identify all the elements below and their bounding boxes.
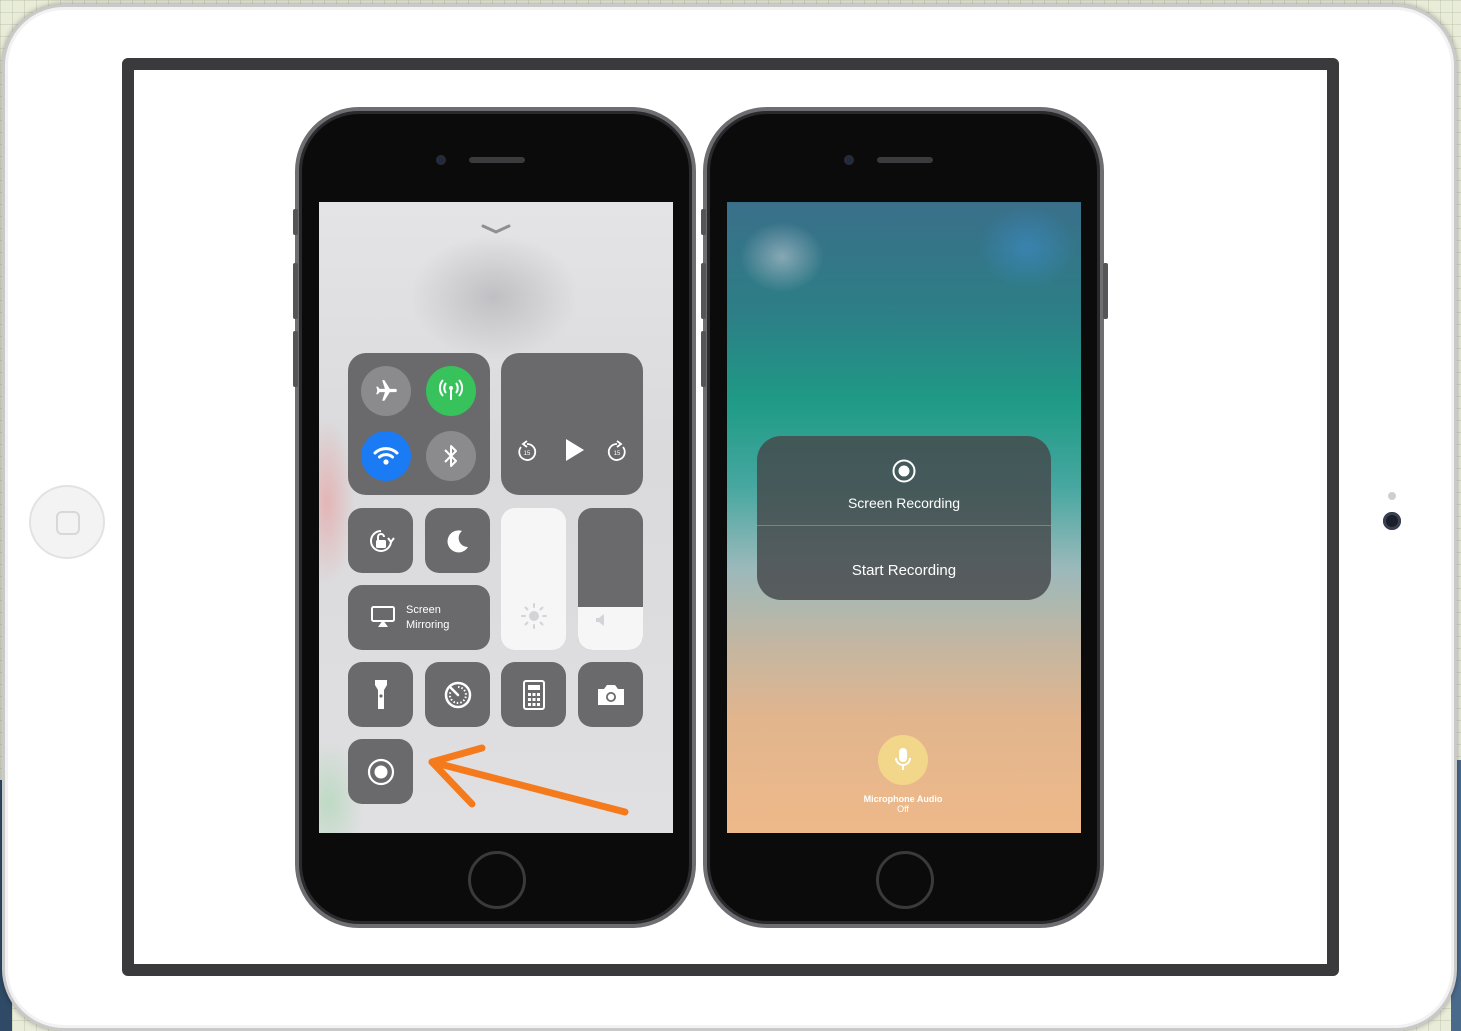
sun-icon (521, 603, 547, 629)
brightness-slider[interactable] (501, 508, 566, 650)
timer-button[interactable] (425, 662, 490, 727)
speaker-icon (596, 614, 604, 626)
microphone-audio-label: Microphone Audio Off (847, 794, 959, 814)
volume-down-button (293, 331, 298, 387)
airplane-mode-toggle[interactable] (361, 366, 411, 416)
rotation-lock-button[interactable] (348, 508, 413, 573)
mute-switch (701, 209, 706, 235)
screen-recording-button[interactable] (348, 739, 413, 804)
airplay-icon (371, 606, 395, 627)
wifi-icon (373, 447, 399, 465)
volume-up-button (701, 263, 706, 319)
mute-switch (293, 209, 298, 235)
screen-recording-panel: Screen Recording Start Recording (757, 436, 1051, 600)
volume-up-button (293, 263, 298, 319)
skip-forward-15-icon[interactable]: 15 (605, 439, 629, 463)
earpiece (469, 157, 525, 163)
bluetooth-icon (444, 445, 457, 467)
cellular-data-toggle[interactable] (426, 366, 476, 416)
start-recording-button[interactable]: Start Recording (757, 562, 1051, 579)
earpiece (877, 157, 933, 163)
record-icon (367, 758, 394, 785)
ipad-home-button[interactable] (29, 485, 105, 559)
play-icon[interactable] (558, 435, 588, 465)
iphone-home-button[interactable] (876, 851, 934, 909)
moon-icon (447, 529, 468, 552)
antenna-icon (439, 379, 463, 400)
bluetooth-toggle[interactable] (426, 431, 476, 481)
front-camera (436, 155, 446, 165)
svg-text:15: 15 (524, 451, 531, 457)
svg-text:15: 15 (614, 451, 621, 457)
calculator-button[interactable] (501, 662, 566, 727)
flashlight-icon (374, 679, 387, 709)
microphone-audio-status: Off (897, 804, 909, 814)
microphone-audio-toggle[interactable] (878, 735, 928, 785)
wifi-toggle[interactable] (361, 431, 411, 481)
screen-recording-title: Screen Recording (847, 495, 961, 511)
chevron-down-icon[interactable] (479, 222, 513, 236)
ipad-camera (1383, 512, 1401, 530)
ipad-sensor (1388, 492, 1396, 500)
do-not-disturb-button[interactable] (425, 508, 490, 573)
rotation-lock-icon (369, 529, 395, 552)
airplane-icon (376, 380, 397, 401)
iphone-right: Screen Recording Start Recording Microph… (701, 107, 1108, 928)
annotation-arrow (428, 744, 629, 816)
timer-icon (444, 681, 471, 708)
home-button-square-icon (56, 511, 80, 535)
screen-mirroring-button[interactable]: Screen Mirroring (348, 585, 490, 650)
control-center-screen: 15 15 Screen Mirroring (319, 202, 673, 833)
screen-mirroring-label: Screen Mirroring (406, 604, 450, 631)
power-button (1103, 263, 1108, 319)
now-playing-module: 15 15 (501, 353, 643, 495)
record-icon (892, 459, 916, 483)
flashlight-button[interactable] (348, 662, 413, 727)
connectivity-module (348, 353, 490, 495)
microphone-icon (895, 748, 911, 770)
panel-divider (757, 525, 1051, 526)
camera-icon (597, 684, 624, 705)
screen-recording-screen: Screen Recording Start Recording Microph… (727, 202, 1081, 833)
camera-button[interactable] (578, 662, 643, 727)
volume-slider[interactable] (578, 508, 643, 650)
front-camera (844, 155, 854, 165)
iphone-home-button[interactable] (468, 851, 526, 909)
calculator-icon (522, 679, 545, 710)
volume-down-button (701, 331, 706, 387)
volume-level-fill (578, 607, 643, 650)
skip-back-15-icon[interactable]: 15 (515, 439, 539, 463)
